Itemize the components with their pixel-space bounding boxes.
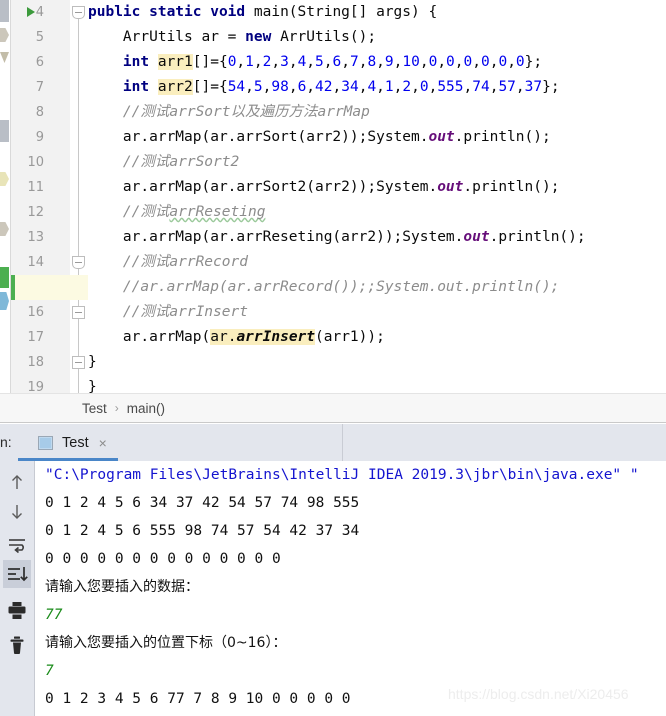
gutter-line[interactable]: 8 — [11, 100, 70, 125]
code-line-10[interactable]: //测试arrSort2 — [88, 150, 666, 175]
run-tab-label: Test — [62, 434, 89, 451]
breadcrumb-class[interactable]: Test — [82, 401, 107, 416]
edge-mark-blue — [0, 292, 9, 310]
edge-mark-arrow-2 — [0, 172, 9, 186]
watermark: https://blog.csdn.net/Xi20456 — [448, 686, 629, 702]
code-line-5[interactable]: ArrUtils ar = new ArrUtils(); — [88, 25, 666, 50]
edge-mark-green — [0, 267, 9, 288]
line-number: 7 — [35, 80, 44, 95]
breadcrumb-method[interactable]: main() — [127, 401, 165, 416]
line-number: 17 — [27, 330, 44, 345]
line-number: 9 — [35, 130, 44, 145]
console-line-output: 0 1 2 3 4 5 6 77 7 8 9 10 0 0 0 0 0 — [45, 691, 351, 707]
breadcrumb-separator-icon: › — [114, 401, 119, 415]
code-line-15[interactable]: //ar.arrMap(ar.arrRecord());;System.out.… — [88, 275, 666, 300]
line-number: 5 — [35, 30, 44, 45]
gutter-line[interactable]: 14 — [11, 250, 70, 275]
scroll-up-icon[interactable] — [3, 468, 31, 496]
console-line-prompt: 请输入您要插入的数据： — [45, 579, 199, 595]
code-folding-column[interactable] — [70, 0, 88, 393]
code-line-18[interactable]: } — [88, 350, 666, 375]
line-number: 18 — [27, 355, 44, 370]
tab-bar-divider — [342, 424, 343, 461]
gutter-line[interactable]: 18 — [11, 350, 70, 375]
line-number: 4 — [35, 5, 44, 20]
run-method-icon[interactable] — [27, 7, 35, 17]
console-line-input: 77 — [45, 607, 63, 623]
run-tab-bar: n: Test × — [0, 424, 666, 461]
gutter-line[interactable]: 10 — [11, 150, 70, 175]
console-line-prompt: 请输入您要插入的位置下标（0~16）： — [45, 635, 287, 651]
code-line-12[interactable]: //测试arrReseting — [88, 200, 666, 225]
gutter-line[interactable]: 6 — [11, 50, 70, 75]
gutter-line[interactable]: 12 — [11, 200, 70, 225]
edge-mark-arrow-3 — [0, 222, 9, 236]
editor-edge-markers — [0, 0, 11, 393]
gutter-line[interactable]: 7 — [11, 75, 70, 100]
code-line-4[interactable]: public static void main(String[] args) { — [88, 0, 666, 25]
code-line-9[interactable]: ar.arrMap(ar.arrSort(arr2));System.out.p… — [88, 125, 666, 150]
editor-gutter[interactable]: 4 5 6 7 8 9 10 11 12 13 14 15 16 17 18 1… — [11, 0, 70, 393]
console-icon — [38, 435, 53, 450]
fold-collapse-icon-inner[interactable] — [72, 306, 85, 319]
line-number: 6 — [35, 55, 44, 70]
edge-mark-arrow-1 — [0, 28, 9, 42]
run-tool-window: n: Test × "C:\Program Files\JetBrains\In… — [0, 424, 666, 716]
edge-mark-grey-1 — [0, 0, 9, 22]
soft-wrap-icon[interactable] — [3, 530, 31, 558]
line-number: 12 — [27, 205, 44, 220]
tab-test[interactable]: Test × — [28, 424, 117, 461]
code-text-surface[interactable]: public static void main(String[] args) {… — [88, 0, 666, 393]
gutter-line[interactable]: 17 — [11, 325, 70, 350]
gutter-line[interactable]: 13 — [11, 225, 70, 250]
code-line-11[interactable]: ar.arrMap(ar.arrSort2(arr2));System.out.… — [88, 175, 666, 200]
console-line-command: "C:\Program Files\JetBrains\IntelliJ IDE… — [45, 467, 639, 483]
line-number: 14 — [27, 255, 44, 270]
console-output[interactable]: "C:\Program Files\JetBrains\IntelliJ IDE… — [35, 461, 666, 716]
console-line-input: 7 — [45, 663, 54, 679]
fold-collapse-icon-region[interactable] — [72, 256, 85, 269]
code-line-19[interactable]: } — [88, 375, 666, 393]
fold-collapse-icon-end[interactable] — [72, 356, 85, 369]
line-number: 13 — [27, 230, 44, 245]
code-line-7[interactable]: int arr2[]={54,5,98,6,42,34,4,1,2,0,555,… — [88, 75, 666, 100]
gutter-line[interactable]: 16 — [11, 300, 70, 325]
close-icon[interactable]: × — [99, 435, 107, 451]
line-number: 8 — [35, 105, 44, 120]
edge-mark-grey-2 — [0, 120, 9, 142]
code-line-14[interactable]: //测试arrRecord — [88, 250, 666, 275]
code-line-16[interactable]: //测试arrInsert — [88, 300, 666, 325]
run-window-label: n: — [0, 434, 12, 450]
line-number: 10 — [27, 155, 44, 170]
code-line-8[interactable]: //测试arrSort以及遍历方法arrMap — [88, 100, 666, 125]
ide-window: 4 5 6 7 8 9 10 11 12 13 14 15 16 17 18 1… — [0, 0, 666, 716]
console-line-output: 0 1 2 4 5 6 555 98 74 57 54 42 37 34 — [45, 523, 360, 539]
gutter-line[interactable]: 4 — [11, 0, 70, 25]
code-line-13[interactable]: ar.arrMap(ar.arrReseting(arr2));System.o… — [88, 225, 666, 250]
line-number: 19 — [27, 380, 44, 393]
code-line-17[interactable]: ar.arrMap(ar.arrInsert(arr1)); — [88, 325, 666, 350]
fold-guide-line — [78, 12, 79, 393]
line-number: 11 — [27, 180, 44, 195]
edge-mark-chevron — [0, 52, 9, 63]
gutter-line[interactable]: 19 — [11, 375, 70, 393]
code-line-6[interactable]: int arr1[]={0,1,2,3,4,5,6,7,8,9,10,0,0,0… — [88, 50, 666, 75]
gutter-line[interactable]: 5 — [11, 25, 70, 50]
scroll-down-icon[interactable] — [3, 498, 31, 526]
breadcrumb[interactable]: Test › main() — [0, 393, 666, 423]
print-icon[interactable] — [3, 596, 31, 624]
fold-collapse-icon-method[interactable] — [72, 6, 85, 19]
scroll-to-end-icon[interactable] — [3, 560, 31, 588]
clear-all-trash-icon[interactable] — [3, 631, 31, 659]
code-editor[interactable]: 4 5 6 7 8 9 10 11 12 13 14 15 16 17 18 1… — [0, 0, 666, 393]
line-number: 16 — [27, 305, 44, 320]
console-line-output: 0 1 2 4 5 6 34 37 42 54 57 74 98 555 — [45, 495, 360, 511]
gutter-line[interactable]: 11 — [11, 175, 70, 200]
console-toolbar[interactable] — [0, 461, 35, 716]
gutter-line[interactable]: 9 — [11, 125, 70, 150]
line-change-marker — [11, 275, 15, 300]
console-line-output: 0 0 0 0 0 0 0 0 0 0 0 0 0 0 — [45, 551, 281, 567]
